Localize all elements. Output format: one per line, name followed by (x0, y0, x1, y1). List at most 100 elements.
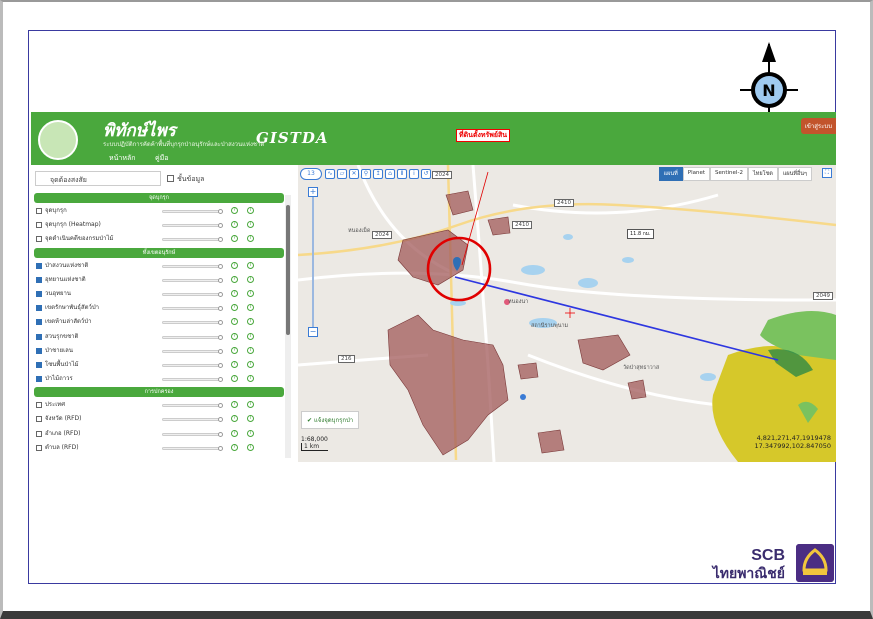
layer-checkbox[interactable] (36, 333, 42, 340)
basemap-sentinel[interactable]: Sentinel-2 (710, 167, 748, 181)
zoom-in-button[interactable]: + (308, 187, 318, 197)
zoom-slider[interactable]: + − (308, 187, 318, 337)
info-icon[interactable]: i (247, 318, 254, 326)
help-icon[interactable]: ? (231, 275, 238, 283)
help-icon[interactable]: ? (231, 261, 238, 269)
info-icon[interactable]: i (247, 346, 254, 354)
report-encroachment-button[interactable]: ✔ แจ้งจุดบุกรุกป่า (301, 411, 360, 429)
help-icon[interactable]: ? (231, 346, 238, 354)
slider-knob[interactable] (218, 263, 223, 269)
opacity-slider[interactable] (162, 320, 223, 326)
help-icon[interactable]: ? (231, 289, 238, 297)
layer-checkbox[interactable] (36, 290, 42, 297)
slider-knob[interactable] (218, 431, 223, 437)
tab-manual[interactable]: คู่มือ (155, 153, 169, 164)
opacity-slider[interactable] (162, 291, 223, 297)
basemap-other[interactable]: แผนที่อื่นๆ (777, 167, 812, 181)
help-icon[interactable]: ? (231, 332, 238, 340)
login-button[interactable]: เข้าสู่ระบบ (800, 118, 836, 134)
help-icon[interactable]: ? (231, 235, 238, 243)
info-icon[interactable]: i (247, 332, 254, 340)
home-icon[interactable]: ⌂ (385, 169, 395, 179)
opacity-slider[interactable] (162, 417, 223, 423)
info-icon[interactable]: i (247, 401, 254, 409)
pause-icon[interactable]: Ⅱ (397, 169, 407, 179)
upload-icon[interactable]: ↥ (373, 169, 383, 179)
slider-knob[interactable] (218, 306, 223, 312)
opacity-slider[interactable] (162, 263, 223, 269)
help-icon[interactable]: ? (231, 375, 238, 383)
info-icon[interactable]: i (247, 304, 254, 312)
slider-knob[interactable] (218, 209, 223, 214)
slider-knob[interactable] (218, 348, 223, 354)
help-icon[interactable]: ? (231, 415, 238, 423)
slider-knob[interactable] (218, 237, 223, 243)
layer-checkbox[interactable] (36, 222, 42, 229)
help-icon[interactable]: ? (231, 318, 238, 326)
layer-checkbox[interactable] (36, 208, 42, 214)
info-icon[interactable]: i (247, 275, 254, 283)
help-icon[interactable]: ? (231, 207, 238, 214)
layer-checkbox[interactable] (36, 347, 42, 354)
layer-checkbox[interactable] (36, 402, 42, 409)
fullscreen-icon[interactable]: ⛶ (822, 168, 832, 178)
map-view[interactable]: 13 ∿ ▱ ✕ ⚲ ↥ ⌂ Ⅱ i ↺ + − แผนที่ Planet S… (298, 165, 836, 462)
opacity-slider[interactable] (162, 362, 223, 368)
slider-knob[interactable] (218, 320, 223, 326)
zoom-out-button[interactable]: − (308, 327, 318, 337)
opacity-slider[interactable] (162, 209, 223, 214)
help-icon[interactable]: ? (231, 401, 238, 409)
pin-icon[interactable]: ⚲ (361, 169, 371, 179)
slider-knob[interactable] (218, 417, 223, 423)
layer-checkbox[interactable] (36, 276, 42, 283)
slider-knob[interactable] (218, 377, 223, 383)
opacity-slider[interactable] (162, 223, 223, 229)
layer-info-tab[interactable]: ชั้นข้อมูล (167, 174, 204, 185)
info-icon[interactable]: i (247, 360, 254, 368)
info-icon[interactable]: i (247, 443, 254, 451)
layer-group-header[interactable]: การปกครอง (34, 387, 284, 398)
scrollbar-thumb[interactable] (286, 205, 290, 335)
opacity-slider[interactable] (162, 334, 223, 340)
slider-knob[interactable] (218, 362, 223, 368)
basemap-planet[interactable]: Planet (682, 167, 711, 181)
help-icon[interactable]: ? (231, 429, 238, 437)
sidebar-scrollbar[interactable] (285, 195, 291, 458)
layer-checkbox[interactable] (36, 416, 42, 423)
zoom-level-badge[interactable]: 13 (300, 168, 322, 180)
basemap-thaichote[interactable]: ไทยโชต (747, 167, 778, 181)
opacity-slider[interactable] (162, 348, 223, 354)
layer-checkbox[interactable] (36, 361, 42, 368)
slider-knob[interactable] (218, 223, 223, 229)
slider-knob[interactable] (218, 334, 223, 340)
info-icon[interactable]: i (247, 235, 254, 243)
info-icon[interactable]: i (247, 261, 254, 269)
layer-checkbox[interactable] (36, 236, 42, 243)
measure-line-icon[interactable]: ∿ (325, 169, 335, 179)
help-icon[interactable]: ? (231, 443, 238, 451)
layer-checkbox[interactable] (36, 376, 42, 383)
search-input[interactable]: จุดต้องสงสัย (35, 171, 161, 186)
info-icon[interactable]: i (247, 375, 254, 383)
slider-knob[interactable] (218, 445, 223, 451)
layer-checkbox[interactable] (36, 430, 42, 437)
help-icon[interactable]: ? (231, 221, 238, 229)
layer-checkbox[interactable] (36, 319, 42, 326)
clear-icon[interactable]: ✕ (349, 169, 359, 179)
measure-area-icon[interactable]: ▱ (337, 169, 347, 179)
help-icon[interactable]: ? (231, 360, 238, 368)
opacity-slider[interactable] (162, 277, 223, 283)
layer-group-header[interactable]: จุดบุกรุก (34, 193, 284, 203)
opacity-slider[interactable] (162, 306, 223, 312)
info-icon[interactable]: i (247, 429, 254, 437)
layer-checkbox[interactable] (36, 305, 42, 312)
layer-checkbox[interactable] (36, 444, 42, 451)
info-icon[interactable]: i (247, 415, 254, 423)
info-icon[interactable]: i (247, 207, 254, 214)
layer-group-header[interactable]: ทั้งเขตอนุรักษ์ (34, 247, 284, 258)
help-icon[interactable]: ? (231, 304, 238, 312)
slider-knob[interactable] (218, 291, 223, 297)
slider-knob[interactable] (218, 277, 223, 283)
opacity-slider[interactable] (162, 403, 223, 409)
opacity-slider[interactable] (162, 431, 223, 437)
